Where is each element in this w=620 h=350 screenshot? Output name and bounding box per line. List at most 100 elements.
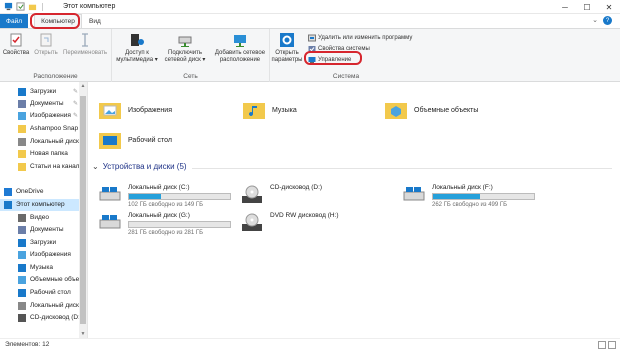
sidebar-item[interactable]: Новая папка xyxy=(0,148,86,160)
folder-icon xyxy=(18,124,26,133)
nav-scrollbar[interactable]: ▲ ▼ xyxy=(79,82,87,338)
folder-icon xyxy=(18,263,26,272)
drive-name: DVD RW дисковод (H:) xyxy=(270,212,339,219)
sidebar-item[interactable]: Локальный диск xyxy=(0,300,86,312)
drive-name: Локальный диск (F:) xyxy=(432,184,493,191)
folder-icon xyxy=(18,149,26,158)
open-button[interactable]: Открыть xyxy=(33,32,59,57)
tab-view[interactable]: Вид xyxy=(82,14,108,28)
sidebar-item[interactable]: Статьи на канал xyxy=(0,161,86,173)
folder-icon xyxy=(18,238,26,247)
sidebar-item[interactable]: Изображения xyxy=(0,249,86,261)
folder-icon xyxy=(18,313,26,322)
sidebar-item[interactable]: CD-дисковод (D: xyxy=(0,312,86,324)
images-folder-icon xyxy=(99,103,121,119)
sidebar-item-label: Загрузки xyxy=(30,239,57,247)
folder-images[interactable]: Изображения xyxy=(98,100,172,120)
folder-desktop[interactable]: Рабочий стол xyxy=(98,130,172,150)
group-label-system: Система xyxy=(332,73,360,80)
minimize-button[interactable]: ─ xyxy=(554,0,576,14)
sidebar-item[interactable]: Изображения ✎ xyxy=(0,110,86,122)
sidebar-item[interactable]: Рабочий стол xyxy=(0,287,86,299)
drive-tile[interactable]: Локальный диск (G:) 281 ГБ свободно из 28… xyxy=(98,210,238,240)
drive-tile[interactable]: DVD RW дисковод (H:) xyxy=(240,210,380,240)
media-access-button[interactable]: Доступ к мультимедиа ▾ xyxy=(116,32,158,64)
scroll-down-icon[interactable]: ▼ xyxy=(79,330,87,338)
drive-usage-bar xyxy=(128,221,231,228)
sidebar-item-label: Локальный диск xyxy=(30,138,79,146)
optical-drive-icon xyxy=(242,213,262,231)
programs-icon xyxy=(308,34,316,41)
drive-tile[interactable]: CD-дисковод (D:) xyxy=(240,182,380,212)
pin-icon: ✎ xyxy=(72,101,78,108)
navigation-pane: Загрузки ✎ Документы ✎ Изображения ✎ Ashampoo … xyxy=(0,82,88,338)
folder-3d-objects[interactable]: Объемные объекты xyxy=(384,100,478,120)
close-button[interactable]: ✕ xyxy=(598,0,620,14)
tiles-view-icon[interactable] xyxy=(608,341,616,349)
uninstall-program-button[interactable]: Удалить или изменить программу xyxy=(308,33,412,42)
rename-icon xyxy=(82,33,88,47)
folder-icon xyxy=(18,301,26,310)
scroll-up-icon[interactable]: ▲ xyxy=(79,82,87,90)
rename-button[interactable]: Переименовать xyxy=(62,32,108,57)
manage-button[interactable]: Управление xyxy=(308,55,351,64)
drive-tile[interactable]: Локальный диск (F:) 262 ГБ свободно из 49… xyxy=(402,182,542,212)
sidebar-item[interactable]: Загрузки ✎ xyxy=(0,86,86,98)
sidebar-item[interactable]: Загрузки xyxy=(0,237,86,249)
gear-icon xyxy=(280,33,294,47)
system-properties-button[interactable]: Свойства системы xyxy=(308,44,370,53)
maximize-button[interactable]: ☐ xyxy=(576,0,598,14)
drive-tile[interactable]: Локальный диск (C:) 102 ГБ свободно из 14… xyxy=(98,182,238,212)
sidebar-item[interactable]: Объемные объек xyxy=(0,274,86,286)
help-icon[interactable]: ? xyxy=(603,16,612,25)
item-count: Элементов: 12 xyxy=(5,341,50,348)
sidebar-item[interactable]: OneDrive xyxy=(0,186,86,198)
properties-quick-icon[interactable] xyxy=(16,2,25,11)
sidebar-item-label: Изображения xyxy=(30,112,71,120)
sidebar-item[interactable]: Локальный диск xyxy=(0,136,86,148)
map-network-drive-button[interactable]: Подключить сетевой диск ▾ xyxy=(162,32,208,64)
content-area: Изображения Музыка Объемные объекты Рабо… xyxy=(92,82,620,338)
drive-name: Локальный диск (C:) xyxy=(128,184,190,191)
add-network-location-button[interactable]: Добавить сетевое расположение xyxy=(212,32,268,64)
folder-icon xyxy=(4,200,12,209)
folder-icon xyxy=(4,187,12,196)
sidebar-item-label: Статьи на канал xyxy=(30,163,80,171)
details-view-icon[interactable] xyxy=(598,341,606,349)
folder-icon xyxy=(18,213,26,222)
folder-icon xyxy=(18,162,26,171)
optical-drive-icon xyxy=(242,185,262,203)
drive-usage-bar xyxy=(128,193,231,200)
sidebar-item-label: Новая папка xyxy=(30,150,68,158)
folder-icon xyxy=(18,99,26,108)
separator xyxy=(42,2,43,11)
folder-icon xyxy=(18,111,26,120)
group-label-location: Расположение xyxy=(33,73,78,80)
open-icon xyxy=(40,33,52,47)
folder-icon xyxy=(18,275,26,284)
desktop-folder-icon xyxy=(99,133,121,149)
tab-computer[interactable]: Компьютер xyxy=(34,14,82,28)
sidebar-item[interactable]: Ashampoo Snap xyxy=(0,123,86,135)
sidebar-item-label: Документы xyxy=(30,226,64,234)
title-bar: Этот компьютер ─ ☐ ✕ xyxy=(0,0,620,14)
properties-button[interactable]: Свойства xyxy=(3,32,29,57)
system-properties-icon xyxy=(308,45,316,52)
sidebar-item[interactable]: Видео xyxy=(0,212,86,224)
sidebar-item[interactable]: Этот компьютер xyxy=(0,199,86,211)
chevron-down-icon[interactable]: ⌄ xyxy=(592,16,598,24)
computer-icon[interactable] xyxy=(4,2,13,11)
sidebar-item[interactable]: Документы ✎ xyxy=(0,98,86,110)
tab-file[interactable]: Файл xyxy=(0,14,28,28)
folder-music[interactable]: Музыка xyxy=(242,100,297,120)
sidebar-item[interactable]: Документы xyxy=(0,224,86,236)
pin-icon: ✎ xyxy=(72,113,78,120)
new-folder-quick-icon[interactable] xyxy=(28,2,37,11)
sidebar-item[interactable]: Музыка xyxy=(0,262,86,274)
devices-section-header[interactable]: ⌄ Устройства и диски (5) xyxy=(92,162,187,171)
music-folder-icon xyxy=(243,103,265,119)
open-settings-button[interactable]: Открыть параметры xyxy=(272,32,302,64)
scroll-thumb[interactable] xyxy=(80,96,86,324)
chevron-down-icon[interactable]: ⌄ xyxy=(92,162,99,171)
sidebar-item-label: Этот компьютер xyxy=(16,201,65,209)
